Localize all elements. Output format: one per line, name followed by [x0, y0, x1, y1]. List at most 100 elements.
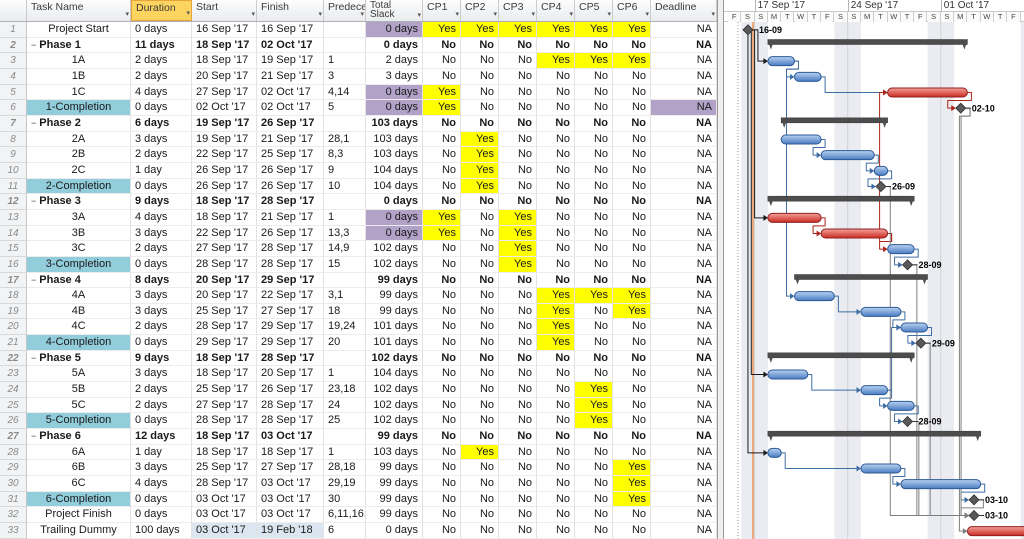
cell-finish[interactable]: 22 Sep '17	[257, 288, 324, 304]
cell-total-slack[interactable]: 103 days	[366, 444, 423, 461]
cell-total-slack[interactable]: 101 days	[366, 319, 423, 336]
cell-total-slack[interactable]: 102 days	[366, 256, 423, 273]
cell-task-name[interactable]: 6-Completion	[27, 491, 131, 508]
cell-cp5[interactable]: Yes	[575, 288, 613, 304]
cell-deadline[interactable]: NA	[651, 303, 717, 320]
cell-duration[interactable]: 2 days	[131, 382, 192, 398]
cell-start[interactable]: 28 Sep '17	[192, 256, 257, 273]
cell-cp5[interactable]: No	[575, 523, 613, 539]
cell-cp4[interactable]: No	[537, 382, 575, 398]
cell-predecessors[interactable]: 30	[324, 491, 366, 508]
cell-cp5[interactable]: No	[575, 162, 613, 179]
gantt-bar-summary[interactable]	[794, 274, 928, 280]
cell-cp4[interactable]: No	[537, 272, 575, 289]
cell-cp6[interactable]: No	[613, 147, 651, 163]
collapse-icon[interactable]: −	[31, 118, 36, 128]
cell-duration[interactable]: 6 days	[131, 115, 192, 132]
cell-cp4[interactable]: Yes	[537, 22, 575, 38]
cell-cp1[interactable]: No	[423, 131, 461, 148]
cell-cp3[interactable]: No	[499, 429, 537, 445]
cell-total-slack[interactable]: 99 days	[366, 491, 423, 508]
cell-cp5[interactable]: No	[575, 37, 613, 54]
cell-total-slack[interactable]: 103 days	[366, 131, 423, 148]
cell-cp5[interactable]: Yes	[575, 53, 613, 69]
cell-duration[interactable]: 3 days	[131, 288, 192, 304]
cell-cp6[interactable]: No	[613, 444, 651, 461]
cell-start[interactable]: 19 Sep '17	[192, 131, 257, 148]
cell-predecessors[interactable]: 23,18	[324, 382, 366, 398]
cell-finish[interactable]: 02 Oct '17	[257, 37, 324, 54]
cell-cp3[interactable]: No	[499, 84, 537, 101]
gantt-bar-task[interactable]	[780, 134, 822, 145]
cell-cp2[interactable]: No	[461, 115, 499, 132]
cell-task-name[interactable]: 6A	[27, 444, 131, 461]
cell-cp5[interactable]: Yes	[575, 413, 613, 430]
gantt-bar-task[interactable]	[794, 291, 835, 302]
cell-start[interactable]: 16 Sep '17	[192, 22, 257, 38]
cell-total-slack[interactable]: 102 days	[366, 382, 423, 398]
cell-duration[interactable]: 0 days	[131, 22, 192, 38]
cell-cp1[interactable]: No	[423, 444, 461, 461]
gantt-milestone[interactable]	[901, 415, 914, 428]
cell-deadline[interactable]: NA	[651, 115, 717, 132]
column-header-cp4[interactable]: CP4 ▾	[537, 0, 575, 21]
cell-cp5[interactable]: No	[575, 225, 613, 242]
column-header-predecessors[interactable]: Predecessors▾	[324, 0, 366, 21]
cell-cp5[interactable]: No	[575, 209, 613, 226]
gantt-bar-task[interactable]	[860, 385, 889, 396]
cell-duration[interactable]: 0 days	[131, 100, 192, 116]
cell-duration[interactable]: 2 days	[131, 68, 192, 85]
cell-finish[interactable]: 28 Sep '17	[257, 413, 324, 430]
cell-cp3[interactable]: No	[499, 523, 537, 539]
cell-deadline[interactable]: NA	[651, 178, 717, 195]
cell-deadline[interactable]: NA	[651, 241, 717, 257]
cell-cp3[interactable]: No	[499, 413, 537, 430]
cell-cp5[interactable]: No	[575, 241, 613, 257]
cell-total-slack[interactable]: 102 days	[366, 241, 423, 257]
cell-deadline[interactable]: NA	[651, 225, 717, 242]
cell-start[interactable]: 26 Sep '17	[192, 178, 257, 195]
cell-cp1[interactable]: No	[423, 53, 461, 69]
cell-deadline[interactable]: NA	[651, 523, 717, 539]
cell-duration[interactable]: 0 days	[131, 413, 192, 430]
cell-cp5[interactable]: No	[575, 194, 613, 210]
cell-total-slack[interactable]: 0 days	[366, 225, 423, 242]
filter-dropdown-icon[interactable]: ▾	[186, 8, 190, 19]
cell-deadline[interactable]: NA	[651, 350, 717, 367]
cell-deadline[interactable]: NA	[651, 37, 717, 54]
cell-total-slack[interactable]: 99 days	[366, 303, 423, 320]
cell-finish[interactable]: 03 Oct '17	[257, 507, 324, 523]
cell-cp6[interactable]: Yes	[613, 22, 651, 38]
cell-duration[interactable]: 2 days	[131, 397, 192, 414]
gantt-bar-critical-task[interactable]	[966, 526, 1024, 537]
cell-cp2[interactable]: No	[461, 491, 499, 508]
cell-start[interactable]: 03 Oct '17	[192, 523, 257, 539]
cell-cp1[interactable]: No	[423, 303, 461, 320]
cell-cp1[interactable]: No	[423, 256, 461, 273]
cell-cp2[interactable]: No	[461, 429, 499, 445]
cell-cp5[interactable]: No	[575, 100, 613, 116]
cell-total-slack[interactable]: 99 days	[366, 288, 423, 304]
cell-cp5[interactable]: No	[575, 178, 613, 195]
cell-task-name[interactable]: 6C	[27, 476, 131, 492]
cell-finish[interactable]: 25 Sep '17	[257, 147, 324, 163]
cell-duration[interactable]: 0 days	[131, 335, 192, 351]
cell-cp3[interactable]: No	[499, 100, 537, 116]
cell-cp2[interactable]: No	[461, 476, 499, 492]
cell-cp6[interactable]: No	[613, 413, 651, 430]
cell-cp6[interactable]: No	[613, 194, 651, 210]
column-header-cp1[interactable]: CP1 ▾	[423, 0, 461, 21]
cell-finish[interactable]: 21 Sep '17	[257, 68, 324, 85]
cell-finish[interactable]: 28 Sep '17	[257, 350, 324, 367]
cell-predecessors[interactable]: 3	[324, 68, 366, 85]
cell-predecessors[interactable]: 9	[324, 162, 366, 179]
cell-finish[interactable]: 26 Sep '17	[257, 382, 324, 398]
cell-cp1[interactable]: No	[423, 178, 461, 195]
cell-finish[interactable]: 02 Oct '17	[257, 100, 324, 116]
cell-duration[interactable]: 2 days	[131, 147, 192, 163]
cell-cp1[interactable]: No	[423, 68, 461, 85]
cell-predecessors[interactable]: 13,3	[324, 225, 366, 242]
cell-cp4[interactable]: No	[537, 476, 575, 492]
cell-task-name[interactable]: − Phase 2	[27, 115, 131, 132]
cell-duration[interactable]: 2 days	[131, 319, 192, 336]
